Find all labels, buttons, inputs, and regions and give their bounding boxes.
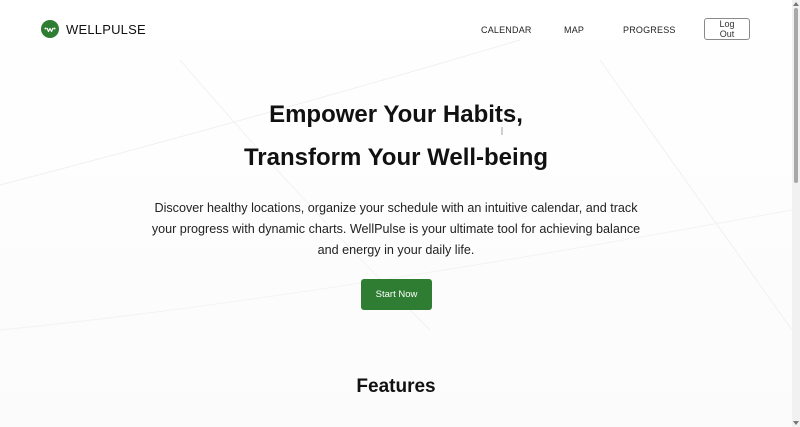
top-navbar: WELLPULSE CALENDAR MAP PROGRESS Log Out: [0, 0, 792, 60]
scroll-up-arrow-icon[interactable]: [793, 2, 799, 6]
brand-name: WELLPULSE: [66, 21, 146, 37]
logout-button[interactable]: Log Out: [704, 18, 750, 40]
nav-item-map[interactable]: MAP: [564, 25, 584, 35]
start-now-button[interactable]: Start Now: [361, 279, 432, 310]
scroll-down-arrow-icon[interactable]: [793, 421, 799, 425]
nav-item-progress[interactable]: PROGRESS: [623, 25, 676, 35]
features-heading: Features: [356, 376, 436, 397]
hero-title-line-1: Empower Your Habits,: [269, 101, 523, 128]
brand[interactable]: WELLPULSE: [41, 20, 146, 38]
hero-title-line-2: Transform Your Well-being: [243, 144, 549, 171]
text-cursor-icon: [501, 127, 503, 135]
hero-description: Discover healthy locations, organize you…: [151, 201, 641, 257]
scrollbar-thumb[interactable]: [794, 8, 798, 183]
wellpulse-logo-icon: [41, 20, 59, 38]
nav-item-calendar[interactable]: CALENDAR: [481, 25, 532, 35]
landing-page: WELLPULSE CALENDAR MAP PROGRESS Log Out …: [0, 0, 800, 427]
page-scrollbar[interactable]: [792, 0, 800, 427]
